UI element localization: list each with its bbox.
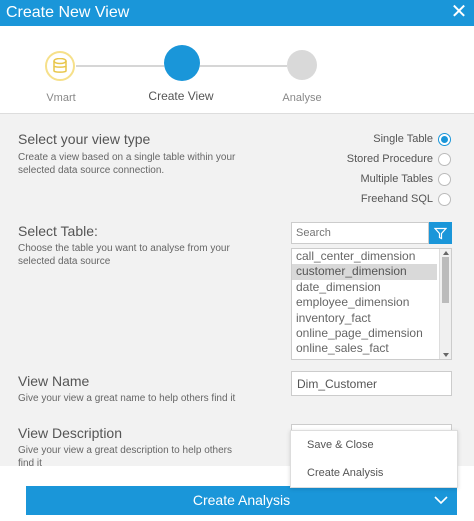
radio-label: Freehand SQL (360, 193, 433, 205)
view-type-title: Select your view type (18, 131, 151, 147)
step-analyse[interactable] (287, 50, 317, 80)
database-icon (53, 58, 67, 73)
filter-icon (434, 227, 447, 239)
view-name-description: Give your view a great name to help othe… (18, 393, 236, 404)
table-search-input[interactable] (291, 222, 429, 244)
view-type-description: Create a view based on a single table wi… (18, 152, 236, 176)
title-bar: Create New View ✕ (0, 0, 474, 26)
list-item[interactable]: employee_dimension (292, 295, 437, 310)
radio-freehand-sql[interactable]: Freehand SQL (361, 191, 451, 207)
list-scrollbar[interactable] (439, 249, 451, 359)
view-name-input[interactable] (291, 371, 452, 396)
list-item[interactable]: online_page_dimension (292, 326, 437, 341)
radio-label: Stored Procedure (346, 153, 433, 165)
create-analysis-button[interactable]: Create Analysis (26, 486, 457, 515)
radio-button[interactable] (438, 192, 451, 206)
scroll-thumb[interactable] (442, 257, 449, 303)
step-create-view[interactable] (164, 45, 200, 81)
step-vmart[interactable] (45, 51, 75, 81)
radio-single-table[interactable]: Single Table (373, 131, 451, 147)
view-name-title: View Name (18, 373, 90, 389)
radio-multiple-tables[interactable]: Multiple Tables (360, 171, 451, 187)
list-item[interactable]: call_center_dimension (292, 249, 437, 264)
menu-item-create-analysis[interactable]: Create Analysis (291, 459, 457, 487)
table-list[interactable]: call_center_dimension customer_dimension… (291, 248, 452, 360)
wizard-steps: Vmart Create View Analyse (0, 26, 474, 114)
menu-item-save-close[interactable]: Save & Close (291, 431, 457, 459)
select-table-title: Select Table: (18, 223, 98, 239)
create-analysis-label: Create Analysis (192, 492, 291, 508)
radio-label: Multiple Tables (360, 173, 433, 185)
radio-button[interactable] (438, 172, 451, 186)
scroll-up-icon[interactable] (443, 251, 449, 255)
list-item[interactable]: customer_dimension (292, 264, 437, 280)
radio-stored-procedure[interactable]: Stored Procedure (347, 151, 451, 167)
list-item[interactable]: date_dimension (292, 280, 437, 295)
step-label-create-view: Create View (148, 89, 214, 103)
save-options-menu: Save & Close Create Analysis (290, 430, 458, 488)
list-item[interactable]: inventory_fact (292, 311, 437, 326)
view-description-title: View Description (18, 425, 123, 441)
step-label-vmart: Vmart (46, 92, 76, 104)
scroll-down-icon[interactable] (443, 353, 449, 357)
step-connector (76, 65, 164, 67)
radio-button[interactable] (438, 132, 451, 146)
step-label-analyse: Analyse (282, 92, 322, 104)
window-title: Create New View (6, 4, 130, 21)
step-connector (200, 65, 287, 67)
list-item[interactable]: online_sales_fact (292, 341, 437, 356)
close-icon[interactable]: ✕ (448, 0, 470, 26)
select-table-description: Choose the table you want to analyse fro… (18, 243, 230, 267)
radio-label: Single Table (373, 133, 433, 145)
chevron-down-icon[interactable] (433, 494, 449, 506)
filter-button[interactable] (429, 222, 452, 244)
radio-button[interactable] (438, 152, 451, 166)
